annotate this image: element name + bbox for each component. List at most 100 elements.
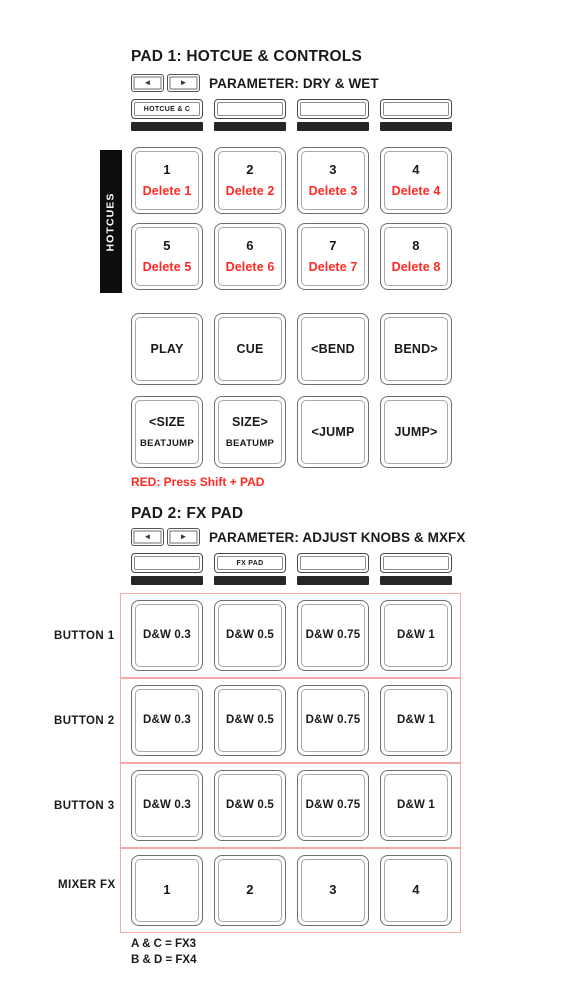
fx-mapping-note-line-1: A & C = FX3 [131, 938, 197, 950]
fx-row-2-label: BUTTON 2 [54, 715, 115, 727]
fx-row-3-pad-4[interactable]: D&W 1 [380, 770, 452, 841]
pad1-parameter-label: PARAMETER: DRY & WET [209, 75, 379, 91]
fx-row-1-pad-4[interactable]: D&W 1 [380, 600, 452, 671]
hotcue-pad-2[interactable]: 2 Delete 2 [214, 147, 286, 214]
pad1-bank-1-label: HOTCUE & C [143, 105, 191, 113]
hotcue-pad-5-number: 5 [163, 237, 171, 253]
pad1-bank-2[interactable] [214, 99, 286, 131]
pad1-bank-3-button[interactable] [297, 99, 369, 119]
pad2-bank-2-button[interactable]: FX PAD [214, 553, 286, 573]
pad2-bank-4[interactable] [380, 553, 452, 585]
pad2-next-button[interactable]: ► [167, 528, 200, 546]
pad-layout-diagram: PAD 1: HOTCUE & CONTROLS ◄ ► PARAMETER: … [0, 0, 562, 1000]
mixer-fx-pad-4[interactable]: 4 [380, 855, 452, 926]
pad2-bank-1[interactable] [131, 553, 203, 585]
fx-row-3-pad-1[interactable]: D&W 0.3 [131, 770, 203, 841]
pad2-prev-button[interactable]: ◄ [131, 528, 164, 546]
fx-row-3-pads: D&W 0.3 D&W 0.5 D&W 0.75 D&W 1 [131, 770, 452, 841]
hotcue-pad-7[interactable]: 7 Delete 7 [297, 223, 369, 290]
pad2-bank-2-indicator [214, 576, 286, 585]
transport-pad-bend-fwd-face: BEND> [384, 317, 448, 381]
pad2-bank-row: FX PAD [131, 553, 452, 585]
transport-pad-bend-back[interactable]: <BEND [297, 313, 369, 385]
pad1-bank-1-indicator [131, 122, 203, 131]
beatjump-pad-jump-back-label: <JUMP [311, 424, 355, 439]
beatjump-pad-size-up-face: SIZE> BEATUMP [218, 400, 282, 464]
fx-row-1-pad-1-face: D&W 0.3 [135, 604, 199, 667]
fx-row-2-pad-1[interactable]: D&W 0.3 [131, 685, 203, 756]
pad2-bank-1-face [134, 556, 200, 570]
pad1-prev-button[interactable]: ◄ [131, 74, 164, 92]
pad1-bank-4-button[interactable] [380, 99, 452, 119]
hotcue-pad-8[interactable]: 8 Delete 8 [380, 223, 452, 290]
beatjump-pad-jump-fwd[interactable]: JUMP> [380, 396, 452, 468]
pad1-bank-row: HOTCUE & C [131, 99, 452, 131]
hotcue-pad-5-face: 5 Delete 5 [135, 227, 199, 286]
hotcue-pad-4-face: 4 Delete 4 [384, 151, 448, 210]
mixer-fx-pad-4-face: 4 [384, 859, 448, 922]
fx-row-2-pad-2-face: D&W 0.5 [218, 689, 282, 752]
fx-row-3-pad-2[interactable]: D&W 0.5 [214, 770, 286, 841]
fx-row-2-pad-4[interactable]: D&W 1 [380, 685, 452, 756]
pad1-bank-2-face [217, 102, 283, 116]
fx-row-1-pads: D&W 0.3 D&W 0.5 D&W 0.75 D&W 1 [131, 600, 452, 671]
hotcue-pad-5[interactable]: 5 Delete 5 [131, 223, 203, 290]
fx-row-3-pad-3[interactable]: D&W 0.75 [297, 770, 369, 841]
pad1-bank-4-indicator [380, 122, 452, 131]
shift-hint-note: RED: Press Shift + PAD [131, 475, 265, 489]
beatjump-pad-jump-fwd-face: JUMP> [384, 400, 448, 464]
pad1-bank-4-face [383, 102, 449, 116]
hotcue-pad-6-shift-label: Delete 6 [225, 260, 275, 275]
transport-pad-bend-fwd[interactable]: BEND> [380, 313, 452, 385]
fx-row-1-pad-1[interactable]: D&W 0.3 [131, 600, 203, 671]
pad2-section-title: PAD 2: FX PAD [131, 505, 244, 522]
hotcue-pad-3-face: 3 Delete 3 [301, 151, 365, 210]
pad2-bank-3[interactable] [297, 553, 369, 585]
pad2-bank-1-button[interactable] [131, 553, 203, 573]
hotcue-pad-4[interactable]: 4 Delete 4 [380, 147, 452, 214]
pad1-next-button[interactable]: ► [167, 74, 200, 92]
mixer-fx-pad-2[interactable]: 2 [214, 855, 286, 926]
hotcue-pad-2-number: 2 [246, 161, 254, 177]
pad1-bank-3-indicator [297, 122, 369, 131]
pad1-bank-1-button[interactable]: HOTCUE & C [131, 99, 203, 119]
fx-mapping-note-line-2: B & D = FX4 [131, 954, 197, 966]
fx-row-1-pad-2[interactable]: D&W 0.5 [214, 600, 286, 671]
fx-row-4-pads: 1 2 3 4 [131, 855, 452, 926]
transport-pad-cue[interactable]: CUE [214, 313, 286, 385]
hotcue-pad-7-number: 7 [329, 237, 337, 253]
mixer-fx-pad-1[interactable]: 1 [131, 855, 203, 926]
pad1-bank-3[interactable] [297, 99, 369, 131]
fx-row-2-pad-2[interactable]: D&W 0.5 [214, 685, 286, 756]
beatjump-pad-size-up[interactable]: SIZE> BEATUMP [214, 396, 286, 468]
hotcue-pad-6[interactable]: 6 Delete 6 [214, 223, 286, 290]
mixer-fx-pad-3[interactable]: 3 [297, 855, 369, 926]
hotcue-pad-7-face: 7 Delete 7 [301, 227, 365, 286]
beatjump-pad-jump-back-face: <JUMP [301, 400, 365, 464]
beatjump-pad-jump-back[interactable]: <JUMP [297, 396, 369, 468]
pad1-bank-2-button[interactable] [214, 99, 286, 119]
fx-row-1-pad-2-label: D&W 0.5 [225, 628, 275, 641]
left-arrow-icon: ◄ [143, 532, 152, 541]
fx-row-1-pad-1-label: D&W 0.3 [142, 628, 192, 641]
fx-row-3-pad-4-face: D&W 1 [384, 774, 448, 837]
fx-row-2-pad-3[interactable]: D&W 0.75 [297, 685, 369, 756]
hotcue-pad-1[interactable]: 1 Delete 1 [131, 147, 203, 214]
fx-row-3-pad-4-label: D&W 1 [396, 798, 436, 811]
beatjump-pad-row: <SIZE BEATJUMP SIZE> BEATUMP <JUMP JUMP> [131, 396, 452, 468]
pad2-bank-3-button[interactable] [297, 553, 369, 573]
pad2-bank-3-face [300, 556, 366, 570]
hotcue-pad-grid: 1 Delete 1 2 Delete 2 3 Delete 3 4 Delet… [131, 147, 452, 290]
pad2-bank-2[interactable]: FX PAD [214, 553, 286, 585]
fx-row-1-pad-3[interactable]: D&W 0.75 [297, 600, 369, 671]
pad1-bank-4[interactable] [380, 99, 452, 131]
hotcue-pad-4-number: 4 [412, 161, 420, 177]
beatjump-pad-size-down[interactable]: <SIZE BEATJUMP [131, 396, 203, 468]
transport-pad-play[interactable]: PLAY [131, 313, 203, 385]
hotcue-pad-1-number: 1 [163, 161, 171, 177]
hotcue-pad-3[interactable]: 3 Delete 3 [297, 147, 369, 214]
hotcue-pad-1-shift-label: Delete 1 [142, 184, 192, 199]
pad2-bank-4-button[interactable] [380, 553, 452, 573]
fx-row-3-pad-1-label: D&W 0.3 [142, 798, 192, 811]
pad1-bank-1[interactable]: HOTCUE & C [131, 99, 203, 131]
